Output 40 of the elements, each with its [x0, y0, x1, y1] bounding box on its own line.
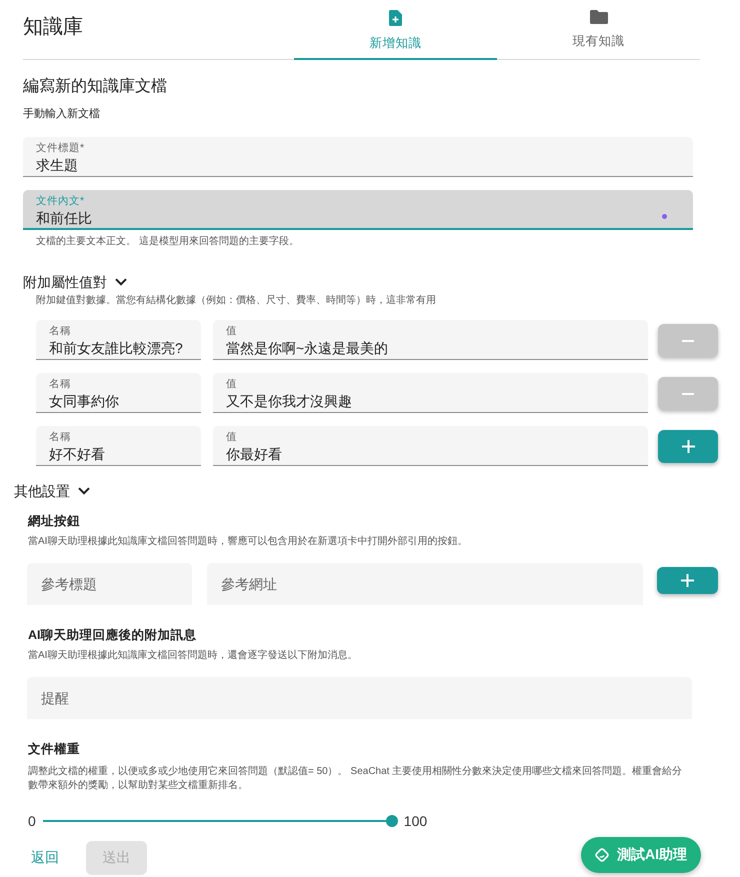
chevron-down-icon [78, 487, 90, 495]
minus-icon [682, 340, 694, 342]
helper-text: 附加鍵值對數據。當您有結構化數據（例如：價格、尺寸、費率、時間等）時，這非常有用 [36, 294, 437, 308]
message-field[interactable]: 提醒 [27, 677, 692, 719]
name-field[interactable]: 名稱 好不好看 [36, 426, 201, 466]
value-field[interactable]: 值 當然是你啊~永遠是最美的 [213, 320, 648, 360]
tab[interactable]: 現有知識 [497, 0, 700, 60]
helper-text: 當AI聊天助理根據此知識庫文檔回答問題時，響應可以包含用於在新選項卡中打開外部引用的按鈕。 [28, 535, 468, 549]
form-heading: 編寫新的知識庫文檔 [23, 76, 168, 97]
file-plus-icon [389, 10, 402, 26]
slider-max-label: 100 [404, 813, 428, 829]
add-button[interactable] [658, 430, 718, 463]
value-field[interactable]: 值 你最好看 [213, 426, 648, 466]
plus-icon [681, 574, 694, 587]
reference-title-field[interactable]: 參考標題 [27, 563, 192, 605]
reference-url-field[interactable]: 參考網址 [207, 563, 643, 605]
slider-thumb[interactable] [386, 815, 398, 827]
helper-text: 調整此文檔的權重，以便或多或少地使用它來回答問題（默認值= 50）。 SeaChat 主要使用相關性分數來決定使用哪些文檔來回答問題。權重會給分數帶來額外的獎勵，以幫助對某些文檔重新排名。 [28, 765, 684, 793]
plus-icon [682, 440, 694, 453]
value-field[interactable]: 值 又不是你我才沒興趣 [213, 373, 648, 413]
diamond-icon [594, 847, 610, 863]
helper-text: 當AI聊天助理根據此知識庫文檔回答問題時，還會逐字發送以下附加消息。 [28, 649, 358, 663]
text-field[interactable]: 文件標題* 求生題 [23, 137, 693, 177]
add-button[interactable] [657, 567, 718, 594]
chevron-down-icon [115, 278, 127, 286]
page-title: 知識庫 [23, 15, 84, 40]
folder-icon [590, 10, 608, 24]
dot-icon [662, 214, 667, 219]
name-field[interactable]: 名稱 和前女友誰比較漂亮? [36, 320, 201, 360]
section-toggle[interactable]: 附加屬性值對 [23, 273, 127, 291]
section-title: 文件權重 [28, 741, 81, 757]
helper-text: 文檔的主要文本正文。 這是模型用來回答問題的主要字段。 [36, 235, 300, 249]
section-title: 網址按鈕 [28, 513, 81, 529]
section-toggle[interactable]: 其他設置 [14, 482, 90, 500]
name-field[interactable]: 名稱 女同事約你 [36, 373, 201, 413]
minus-icon [682, 392, 694, 394]
section-title: AI聊天助理回應後的附加訊息 [28, 627, 198, 643]
text-field[interactable]: 文件內文* 和前任比 [23, 190, 693, 230]
form-subheading: 手動輸入新文檔 [23, 107, 101, 121]
slider-min-label: 0 [28, 813, 36, 829]
